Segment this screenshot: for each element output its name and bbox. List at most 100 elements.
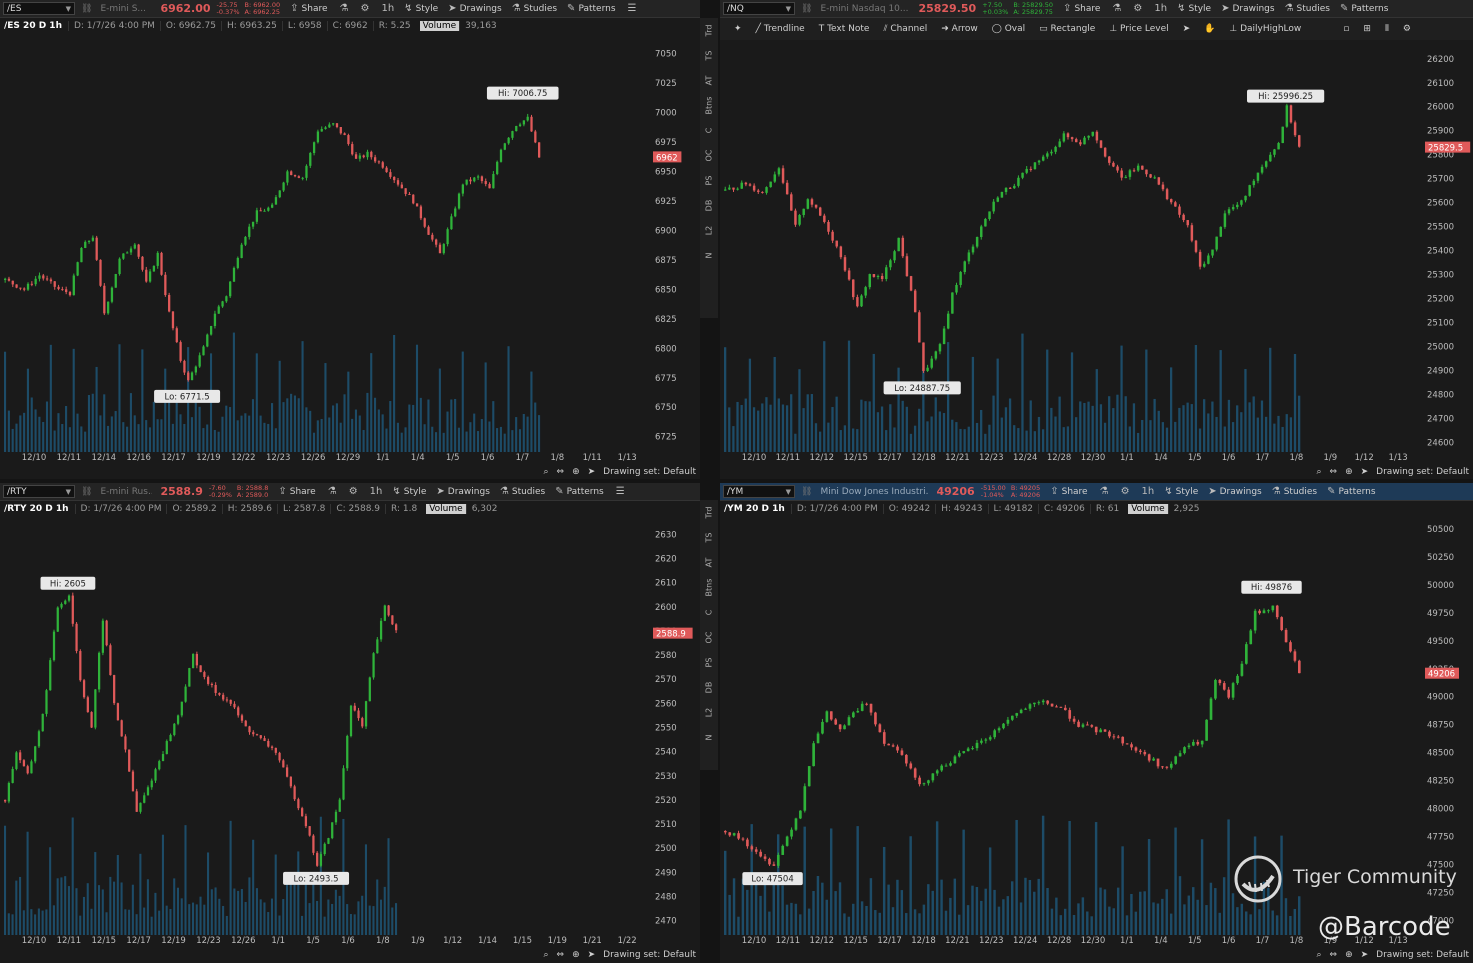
crosshair-icon[interactable]: ⊕ [572,467,580,477]
cursor-icon[interactable]: ➤ [588,467,596,477]
layout-grid-icon[interactable]: ⊞ [1363,24,1371,34]
oval-tool[interactable]: ◯ Oval [992,24,1025,34]
timeframe-button[interactable]: 1h [1142,486,1155,497]
channel-tool[interactable]: ⫽ Channel [883,24,927,34]
studies-button[interactable]: ⚗ Studies [1285,3,1330,14]
chart-info-bar: /YM 20 D 1h D: 1/7/26 4:00 PM O: 49242 H… [720,501,1204,516]
pan-icon[interactable]: ⇔ [1330,467,1338,477]
drawings-button[interactable]: ➤ Drawings [1208,486,1262,497]
timeframe-button[interactable]: 1h [381,3,394,14]
studies-button[interactable]: ⚗ Studies [500,486,545,497]
symbol-selector[interactable]: /ES ▼ [3,2,75,15]
style-button[interactable]: ↯ Style [1164,486,1198,497]
bar-open: O: 49242 [882,503,935,514]
pin-icon[interactable]: ✦ [734,24,742,34]
side-tab[interactable]: L2 [696,708,721,718]
studies-button[interactable]: ⚗ Studies [1272,486,1317,497]
bar-range: R: 5.25 [372,20,416,31]
menu-icon[interactable]: ☰ [616,486,625,497]
cursor-icon[interactable]: ➤ [1361,950,1369,960]
patterns-button[interactable]: ✎ Patterns [1327,486,1375,497]
chart-bottom-bar: ⌕ ⇔ ⊕ ➤ Drawing set: Default [720,464,1469,479]
layout-cols-icon[interactable]: ⦀ [1385,24,1389,34]
menu-icon[interactable]: ☰ [628,3,637,14]
side-tab[interactable]: PS [697,176,722,186]
patterns-button[interactable]: ✎ Patterns [555,486,603,497]
zoom-icon[interactable]: ⌕ [543,467,548,477]
gear-icon[interactable]: ⚙ [349,486,358,497]
share-button[interactable]: ⇪ Share [278,486,315,497]
rectangle-tool[interactable]: ▭ Rectangle [1039,24,1095,34]
gear-icon[interactable]: ⚙ [361,3,370,14]
drawings-button[interactable]: ➤ Drawings [448,3,502,14]
side-tab[interactable]: OC [696,632,721,644]
side-tab[interactable]: C [697,610,722,616]
side-tab[interactable]: TS [697,533,722,543]
share-button[interactable]: ⇪ Share [1050,486,1087,497]
gear-icon[interactable]: ⚙ [1133,3,1142,14]
flask-icon[interactable]: ⚗ [328,486,337,497]
style-button[interactable]: ↯ Style [392,486,426,497]
cursor-icon[interactable]: ➤ [588,950,596,960]
last-price: 2588.9 [160,485,203,498]
drawings-button[interactable]: ➤ Drawings [1221,3,1275,14]
cursor-icon[interactable]: ➤ [1183,24,1191,34]
pan-icon[interactable]: ⇔ [557,467,565,477]
share-button[interactable]: ⇪ Share [1063,3,1100,14]
symbol-description: E-mini S... [100,3,146,14]
link-icon[interactable]: ⛓ [801,487,812,497]
timeframe-button[interactable]: 1h [370,486,383,497]
style-button[interactable]: ↯ Style [404,3,438,14]
side-tab[interactable]: TS [697,51,722,61]
side-tab[interactable]: Trd [697,25,722,37]
crosshair-icon[interactable]: ⊕ [1345,950,1353,960]
drawings-button[interactable]: ➤ Drawings [436,486,490,497]
crosshair-icon[interactable]: ⊕ [1345,467,1353,477]
pan-icon[interactable]: ⇔ [557,950,565,960]
side-tab[interactable]: C [697,128,722,134]
trendline-tool[interactable]: ╱ Trendline [756,24,805,34]
flask-icon[interactable]: ⚗ [1100,486,1109,497]
zoom-icon[interactable]: ⌕ [1316,467,1321,477]
gear-icon[interactable]: ⚙ [1403,24,1411,34]
zoom-icon[interactable]: ⌕ [543,950,548,960]
side-tab[interactable]: Trd [697,507,722,519]
studies-button[interactable]: ⚗ Studies [512,3,557,14]
timeframe-button[interactable]: 1h [1154,3,1167,14]
side-tab[interactable]: DB [697,200,722,212]
symbol-selector[interactable]: /NQ ▼ [723,2,795,15]
side-tab[interactable]: AT [697,76,722,86]
symbol-selector[interactable]: /YM ▼ [723,485,795,498]
side-tab[interactable]: N [696,735,721,741]
arrow-tool[interactable]: ➜ Arrow [941,24,977,34]
crosshair-icon[interactable]: ⊕ [572,950,580,960]
side-tab[interactable]: L2 [696,226,721,236]
symbol-selector[interactable]: /RTY ▼ [3,485,75,498]
share-button[interactable]: ⇪ Share [290,3,327,14]
gear-icon[interactable]: ⚙ [1121,486,1130,497]
text-note-tool[interactable]: T Text Note [819,24,870,34]
panel-toolbar: /NQ ▼ ⛓ E-mini Nasdaq 10... 25829.50 +7.5… [720,0,1473,18]
hand-icon[interactable]: ✋ [1204,24,1215,34]
flask-icon[interactable]: ⚗ [340,3,349,14]
side-tab[interactable]: AT [697,558,722,568]
pan-icon[interactable]: ⇔ [1330,950,1338,960]
patterns-button[interactable]: ✎ Patterns [1340,3,1388,14]
link-icon[interactable]: ⛓ [81,487,92,497]
link-icon[interactable]: ⛓ [801,4,812,14]
link-icon[interactable]: ⛓ [81,4,92,14]
side-tab[interactable]: OC [696,150,721,162]
side-tab[interactable]: PS [697,658,722,668]
zoom-icon[interactable]: ⌕ [1316,950,1321,960]
price-level-tool[interactable]: ⊥ Price Level [1109,24,1168,34]
cursor-icon[interactable]: ➤ [1361,467,1369,477]
layout-single-icon[interactable]: ▫ [1343,24,1349,34]
daily-high-low-tool[interactable]: ⊥ DailyHighLow [1229,24,1301,34]
side-tab[interactable]: DB [697,682,722,694]
style-button[interactable]: ↯ Style [1177,3,1211,14]
patterns-button[interactable]: ✎ Patterns [567,3,615,14]
flask-icon[interactable]: ⚗ [1112,3,1121,14]
side-tab[interactable]: N [696,253,721,259]
side-tab[interactable]: Btns [697,97,722,115]
side-tab[interactable]: Btns [697,579,722,597]
